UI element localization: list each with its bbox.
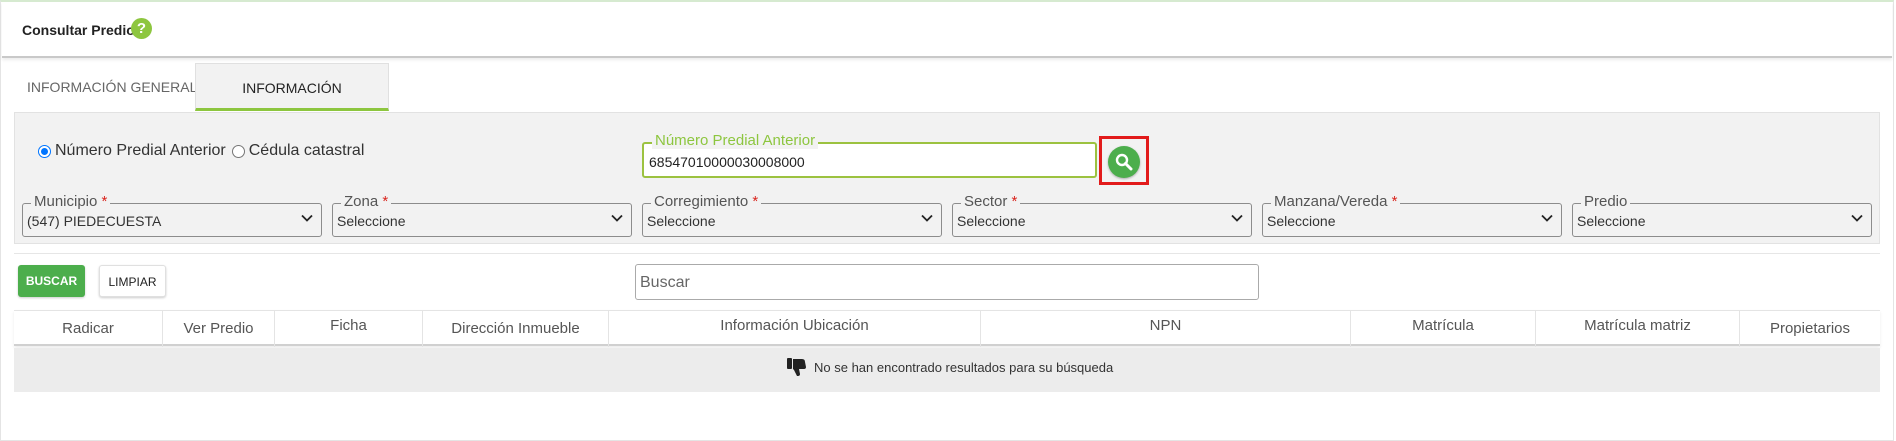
empty-results-message: No se han encontrado resultados para su … (786, 356, 1113, 378)
page-title: Consultar Predio (22, 22, 135, 38)
radio-cedula-catastral[interactable] (231, 144, 245, 158)
radio-numero-predial-anterior[interactable] (38, 144, 51, 158)
buscar-button[interactable]: BUSCAR (18, 265, 85, 297)
page-header: Consultar Predio ? (2, 2, 1892, 58)
column-header-propietarios[interactable]: Propietarios (1740, 311, 1880, 347)
chevron-down-icon (1231, 214, 1243, 222)
required-marker: * (1391, 193, 1398, 210)
column-header-npn[interactable]: NPN (981, 311, 1351, 347)
manzana-vereda-value: Seleccione (1267, 213, 1336, 229)
required-marker: * (382, 193, 389, 210)
column-header-direccion-inmueble[interactable]: Dirección Inmueble (423, 311, 609, 347)
table-search-input[interactable]: Buscar (635, 264, 1259, 300)
column-header-radicar[interactable]: Radicar (14, 311, 163, 347)
required-marker: * (101, 193, 108, 210)
municipio-select[interactable]: Municipio * (547) PIEDECUESTA (22, 194, 322, 237)
results-table-header: Radicar Ver Predio Ficha Dirección Inmue… (14, 310, 1880, 347)
numero-predial-label: Número Predial Anterior (652, 133, 819, 149)
radio-label-cedula-catastral[interactable]: Cédula catastral (249, 142, 365, 160)
chevron-down-icon (1541, 214, 1553, 222)
thumbs-down-icon (787, 358, 806, 376)
help-icon[interactable]: ? (131, 18, 152, 39)
column-header-ver-predio[interactable]: Ver Predio (163, 311, 275, 347)
zona-value: Seleccione (337, 213, 406, 229)
zona-select[interactable]: Zona * Seleccione (332, 194, 632, 237)
numero-predial-field[interactable]: Número Predial Anterior 6854701000003000… (642, 133, 1097, 178)
manzana-vereda-label: Manzana/Vereda (1274, 193, 1388, 210)
search-button[interactable] (1108, 146, 1140, 178)
tab-informacion-ubicacion[interactable]: INFORMACIÓN UBICACIÓN (195, 63, 389, 144)
sector-value: Seleccione (957, 213, 1026, 229)
corregimiento-label: Corregimiento (654, 193, 749, 210)
predio-value: Seleccione (1577, 213, 1646, 229)
municipio-label: Municipio (34, 193, 98, 210)
tab-informacion-general[interactable]: INFORMACIÓN GENERAL (15, 63, 209, 111)
corregimiento-value: Seleccione (647, 213, 716, 229)
column-header-matricula[interactable]: Matrícula (1351, 311, 1536, 347)
numero-predial-input[interactable]: 68547010000030008000 (649, 154, 805, 170)
manzana-vereda-select[interactable]: Manzana/Vereda * Seleccione (1262, 194, 1562, 237)
empty-results-text: No se han encontrado resultados para su … (814, 359, 1114, 375)
chevron-down-icon (921, 214, 933, 222)
required-marker: * (752, 193, 759, 210)
sector-label: Sector (964, 193, 1008, 210)
limpiar-button[interactable]: LIMPIAR (99, 265, 166, 297)
sector-select[interactable]: Sector * Seleccione (952, 194, 1252, 237)
zona-label: Zona (344, 193, 379, 210)
municipio-value: (547) PIEDECUESTA (27, 213, 162, 229)
chevron-down-icon (611, 214, 623, 222)
predio-select[interactable]: Predio Seleccione (1572, 194, 1872, 237)
corregimiento-select[interactable]: Corregimiento * Seleccione (642, 194, 942, 237)
column-header-ficha[interactable]: Ficha (275, 311, 423, 347)
search-icon (1115, 153, 1133, 171)
search-mode-radio-group: Número Predial Anterior Cédula catastral (38, 142, 370, 160)
required-marker: * (1011, 193, 1018, 210)
section-divider (14, 253, 1880, 254)
radio-label-numero-predial-anterior[interactable]: Número Predial Anterior (55, 142, 226, 160)
predio-label: Predio (1581, 194, 1631, 210)
column-header-matricula-matriz[interactable]: Matrícula matriz (1536, 311, 1740, 347)
chevron-down-icon (301, 214, 313, 222)
chevron-down-icon (1851, 214, 1863, 222)
column-header-informacion-ubicacion[interactable]: Información Ubicación (609, 311, 981, 347)
